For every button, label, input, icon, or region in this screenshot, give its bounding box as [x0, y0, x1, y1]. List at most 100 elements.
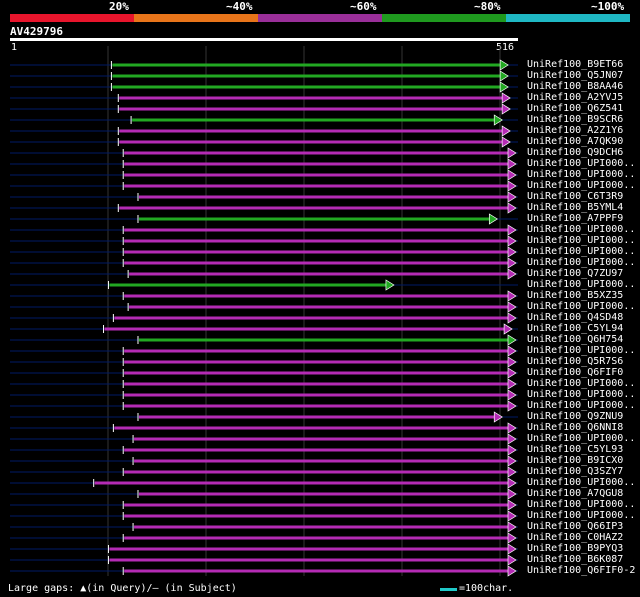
- hit-label[interactable]: UniRef100_Q66IP3: [527, 521, 623, 532]
- hit-label[interactable]: UniRef100_A2Z1Y6: [527, 125, 623, 136]
- hit-row[interactable]: [10, 246, 518, 258]
- hit-row[interactable]: [10, 202, 518, 214]
- hit-row[interactable]: [10, 444, 518, 456]
- hit-row[interactable]: [10, 510, 518, 522]
- hit-row[interactable]: [10, 323, 518, 335]
- hit-label[interactable]: UniRef100_Q4SD48: [527, 312, 623, 323]
- hit-label[interactable]: UniRef100_UPI000..: [527, 400, 635, 411]
- hit-row[interactable]: [10, 378, 518, 390]
- hit-label[interactable]: UniRef100_UPI000..: [527, 477, 635, 488]
- hit-row[interactable]: [10, 257, 518, 269]
- hit-label[interactable]: UniRef100_UPI000..: [527, 224, 635, 235]
- hit-row[interactable]: [10, 136, 518, 148]
- hit-label[interactable]: UniRef100_UPI000..: [527, 246, 635, 257]
- hit-row[interactable]: [10, 554, 518, 566]
- hit-row[interactable]: [10, 279, 518, 291]
- hit-label[interactable]: UniRef100_Q6FIF0: [527, 367, 623, 378]
- hit-row[interactable]: [10, 59, 518, 71]
- hit-label[interactable]: UniRef100_UPI000..: [527, 301, 635, 312]
- hit-row[interactable]: [10, 191, 518, 203]
- hit-label[interactable]: UniRef100_Q6H754: [527, 334, 623, 345]
- hit-label[interactable]: UniRef100_UPI000..: [527, 433, 635, 444]
- hit-label[interactable]: UniRef100_UPI000..: [527, 257, 635, 268]
- hit-row[interactable]: [10, 213, 518, 225]
- hit-row[interactable]: [10, 290, 518, 302]
- hit-row[interactable]: [10, 389, 518, 401]
- hit-label[interactable]: UniRef100_Q5JN07: [527, 70, 623, 81]
- hit-row[interactable]: [10, 455, 518, 467]
- hit-label[interactable]: UniRef100_A2YVJ5: [527, 92, 623, 103]
- hit-label[interactable]: UniRef100_Q3SZY7: [527, 466, 623, 477]
- hit-label[interactable]: UniRef100_UPI000..: [527, 180, 635, 191]
- hit-row[interactable]: [10, 114, 518, 126]
- hit-label[interactable]: UniRef100_UPI000..: [527, 345, 635, 356]
- hit-label[interactable]: UniRef100_B8AA46: [527, 81, 623, 92]
- hit-label[interactable]: UniRef100_B5XZ35: [527, 290, 623, 301]
- hit-row[interactable]: [10, 235, 518, 247]
- hit-row[interactable]: [10, 169, 518, 181]
- hit-row[interactable]: [10, 103, 518, 115]
- hit-row[interactable]: [10, 477, 518, 489]
- hit-label[interactable]: UniRef100_C5YL94: [527, 323, 623, 334]
- hit-label[interactable]: UniRef100_C6T3R9: [527, 191, 623, 202]
- hit-row[interactable]: [10, 345, 518, 357]
- hit-label[interactable]: UniRef100_UPI000..: [527, 158, 635, 169]
- hit-label[interactable]: UniRef100_B9SCR6: [527, 114, 623, 125]
- hit-row[interactable]: [10, 400, 518, 412]
- hit-label[interactable]: UniRef100_B9ICX0: [527, 455, 623, 466]
- hit-row[interactable]: [10, 224, 518, 236]
- hit-label[interactable]: UniRef100_Q9ZNU9: [527, 411, 623, 422]
- hit-row[interactable]: [10, 521, 518, 533]
- hit-label[interactable]: UniRef100_Q6Z541: [527, 103, 623, 114]
- hit-row[interactable]: [10, 81, 518, 93]
- hit-row[interactable]: [10, 356, 518, 368]
- hit-alignment-bar: [124, 239, 510, 243]
- hit-row[interactable]: [10, 499, 518, 511]
- hit-label[interactable]: UniRef100_Q7ZU97: [527, 268, 623, 279]
- hit-label[interactable]: UniRef100_A7PPF9: [527, 213, 623, 224]
- hit-label[interactable]: UniRef100_UPI000..: [527, 499, 635, 510]
- hit-label[interactable]: UniRef100_B9PYQ3: [527, 543, 623, 554]
- hit-label[interactable]: UniRef100_A7QGU8: [527, 488, 623, 499]
- hit-row[interactable]: [10, 301, 518, 313]
- hit-row[interactable]: [10, 543, 518, 555]
- hit-row[interactable]: [10, 125, 518, 137]
- hit-label[interactable]: UniRef100_Q9DCH6: [527, 147, 623, 158]
- hit-label[interactable]: UniRef100_Q6FIF0-2: [527, 565, 635, 576]
- hit-label[interactable]: UniRef100_UPI000..: [527, 378, 635, 389]
- hit-label[interactable]: UniRef100_Q5R7S6: [527, 356, 623, 367]
- hit-label[interactable]: UniRef100_C5YL93: [527, 444, 623, 455]
- hit-alignment-bar: [124, 184, 510, 188]
- hit-end-arrow-icon: [507, 455, 517, 467]
- hit-row[interactable]: [10, 180, 518, 192]
- hit-row[interactable]: [10, 565, 518, 577]
- hit-label[interactable]: UniRef100_Q6NNI8: [527, 422, 623, 433]
- hit-label[interactable]: UniRef100_UPI000..: [527, 235, 635, 246]
- hit-row[interactable]: [10, 158, 518, 170]
- hit-row[interactable]: [10, 488, 518, 500]
- hit-end-arrow-icon: [507, 400, 517, 412]
- hit-label[interactable]: UniRef100_B5YML4: [527, 202, 623, 213]
- hit-row[interactable]: [10, 367, 518, 379]
- hit-row[interactable]: [10, 92, 518, 104]
- hit-row[interactable]: [10, 334, 518, 346]
- hit-row[interactable]: [10, 532, 518, 544]
- hit-label[interactable]: UniRef100_UPI000..: [527, 510, 635, 521]
- hit-label[interactable]: UniRef100_UPI000..: [527, 279, 635, 290]
- hit-row[interactable]: [10, 147, 518, 159]
- hit-row[interactable]: [10, 70, 518, 82]
- hit-row[interactable]: [10, 312, 518, 324]
- hit-label[interactable]: UniRef100_C0HAZ2: [527, 532, 623, 543]
- hit-row[interactable]: [10, 268, 518, 280]
- hit-row[interactable]: [10, 433, 518, 445]
- hit-label[interactable]: UniRef100_B9ET66: [527, 59, 623, 70]
- hit-row[interactable]: [10, 411, 518, 423]
- hit-label[interactable]: UniRef100_B6K087: [527, 554, 623, 565]
- hit-alignment-bar: [124, 173, 510, 177]
- hit-label[interactable]: UniRef100_UPI000..: [527, 169, 635, 180]
- hit-row[interactable]: [10, 466, 518, 478]
- hit-row[interactable]: [10, 422, 518, 434]
- hit-end-arrow-icon: [507, 532, 517, 544]
- hit-label[interactable]: UniRef100_UPI000..: [527, 389, 635, 400]
- hit-label[interactable]: UniRef100_A7QK90: [527, 136, 623, 147]
